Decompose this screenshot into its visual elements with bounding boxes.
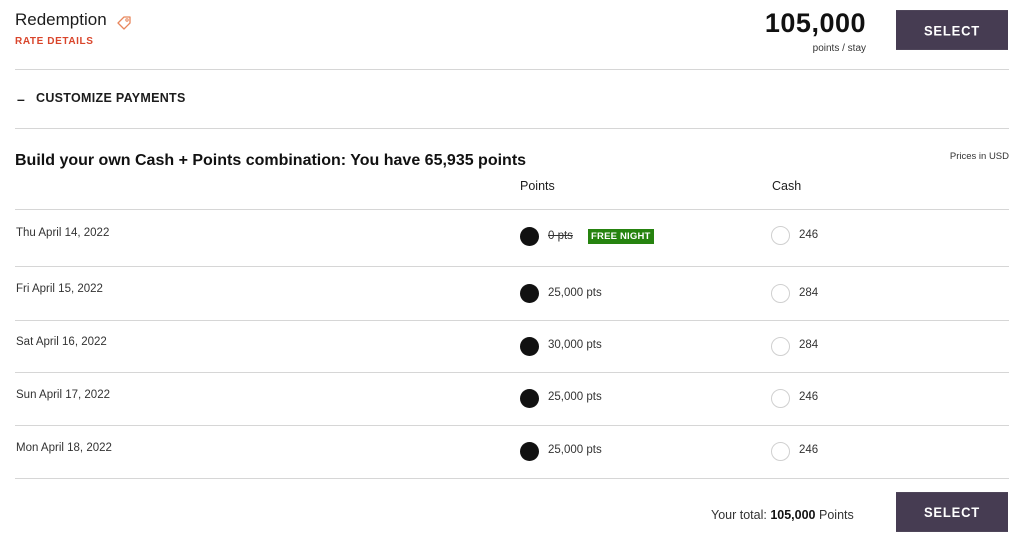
night-date: Thu April 14, 2022 bbox=[16, 227, 110, 239]
rate-details-link[interactable]: RATE DETAILS bbox=[15, 36, 94, 47]
cash-radio[interactable] bbox=[771, 284, 790, 303]
night-date: Sat April 16, 2022 bbox=[16, 336, 107, 348]
total-suffix: Points bbox=[819, 508, 854, 522]
divider bbox=[15, 128, 1009, 129]
night-points: 25,000 pts bbox=[548, 444, 602, 456]
divider bbox=[15, 425, 1009, 426]
cash-radio[interactable] bbox=[771, 226, 790, 245]
night-points: 0 pts bbox=[548, 230, 573, 242]
divider bbox=[15, 209, 1009, 210]
points-radio[interactable] bbox=[520, 337, 539, 356]
night-points: 30,000 pts bbox=[548, 339, 602, 351]
night-cash: 284 bbox=[799, 339, 819, 351]
points-radio[interactable] bbox=[520, 284, 539, 303]
points-radio[interactable] bbox=[520, 389, 539, 408]
column-header-points: Points bbox=[520, 179, 555, 193]
collapse-icon[interactable]: – bbox=[17, 91, 25, 107]
night-cash: 246 bbox=[799, 391, 819, 403]
total-prefix: Your total: bbox=[711, 508, 767, 522]
divider bbox=[15, 69, 1009, 70]
rate-points: 105,000 bbox=[764, 8, 866, 38]
select-button-top[interactable]: SELECT bbox=[896, 10, 1008, 50]
night-points: 25,000 pts bbox=[548, 287, 602, 299]
divider bbox=[15, 478, 1009, 479]
night-cash: 246 bbox=[799, 444, 819, 456]
night-date: Fri April 15, 2022 bbox=[16, 283, 103, 295]
cash-radio[interactable] bbox=[771, 389, 790, 408]
night-cash: 284 bbox=[799, 287, 819, 299]
night-date: Mon April 18, 2022 bbox=[16, 442, 112, 454]
column-header-cash: Cash bbox=[772, 179, 802, 193]
divider bbox=[15, 266, 1009, 267]
total-summary: Your total: 105,000 Points bbox=[711, 508, 854, 522]
cash-radio[interactable] bbox=[771, 337, 790, 356]
divider bbox=[15, 320, 1009, 321]
rate-title: Redemption bbox=[15, 10, 107, 29]
points-radio[interactable] bbox=[520, 227, 539, 246]
night-date: Sun April 17, 2022 bbox=[16, 389, 110, 401]
free-night-badge: FREE NIGHT bbox=[588, 229, 654, 244]
total-value: 105,000 bbox=[770, 508, 816, 522]
select-button-bottom[interactable]: SELECT bbox=[896, 492, 1008, 532]
tag-icon bbox=[117, 16, 131, 30]
divider bbox=[15, 372, 1009, 373]
builder-heading: Build your own Cash + Points combination… bbox=[15, 152, 527, 169]
customize-payments-toggle[interactable]: CUSTOMIZE PAYMENTS bbox=[36, 91, 186, 105]
points-radio[interactable] bbox=[520, 442, 539, 461]
points-unit: points / stay bbox=[812, 43, 866, 54]
night-points: 25,000 pts bbox=[548, 391, 602, 403]
cash-radio[interactable] bbox=[771, 442, 790, 461]
night-cash: 246 bbox=[799, 229, 819, 241]
currency-note: Prices in USD bbox=[949, 151, 1009, 162]
